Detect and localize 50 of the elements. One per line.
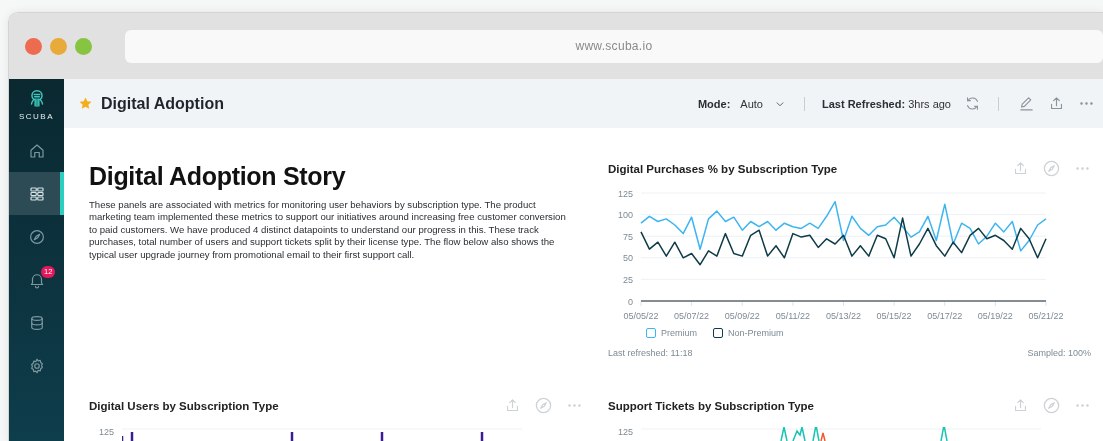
address-bar[interactable]: www.scuba.io bbox=[124, 29, 1103, 63]
y-axis-label: 125 bbox=[617, 188, 633, 199]
sampled-text: Sampled: 100% bbox=[1027, 348, 1091, 358]
share-icon[interactable] bbox=[1012, 160, 1029, 177]
x-axis-label: 05/15/22 bbox=[876, 311, 912, 321]
story-title: Digital Adoption Story bbox=[89, 162, 347, 191]
x-axis-label: 05/21/22 bbox=[1028, 311, 1064, 321]
close-button[interactable] bbox=[25, 37, 42, 55]
legend-item[interactable]: Premium bbox=[646, 328, 697, 338]
legend-label: Premium bbox=[661, 328, 698, 338]
compass-icon[interactable] bbox=[534, 396, 553, 415]
y-axis-label: 50 bbox=[623, 253, 633, 264]
last-refreshed-text: Last refreshed: 11:18 bbox=[608, 348, 693, 358]
legend-item[interactable]: Non-Premium bbox=[713, 328, 784, 338]
x-axis-label: 05/09/22 bbox=[724, 311, 760, 321]
compass-icon bbox=[27, 227, 46, 246]
panel-title: Digital Purchases % by Subscription Type bbox=[608, 162, 838, 175]
grid-icon bbox=[27, 184, 46, 203]
y-axis-label: 75 bbox=[623, 231, 633, 242]
x-axis-label: 05/07/22 bbox=[674, 311, 710, 321]
y-axis-label: 125 bbox=[616, 427, 633, 437]
panel-title: Digital Users by Subscription Type bbox=[89, 399, 279, 412]
share-icon[interactable] bbox=[1048, 95, 1065, 112]
logo-text: SCUBA bbox=[18, 111, 55, 121]
dashboard-title: Digital Adoption bbox=[101, 94, 224, 113]
compass-icon[interactable] bbox=[1042, 396, 1061, 415]
last-refreshed-text: Last Refreshed: 3hrs ago bbox=[822, 97, 951, 110]
y-axis-label: 125 bbox=[97, 427, 114, 437]
edit-icon[interactable] bbox=[1018, 95, 1035, 112]
url-text: www.scuba.io bbox=[575, 39, 653, 53]
x-axis-label: 05/17/22 bbox=[927, 311, 963, 321]
minimize-button[interactable] bbox=[50, 37, 67, 55]
y-axis-label: 100 bbox=[617, 210, 633, 221]
mode-dropdown[interactable]: Mode: Auto bbox=[697, 96, 787, 111]
maximize-button[interactable] bbox=[75, 37, 92, 55]
x-axis-label: 05/19/22 bbox=[977, 311, 1013, 321]
panel-title: Support Tickets by Subscription Type bbox=[608, 399, 814, 412]
x-axis-label: 05/05/22 bbox=[623, 311, 659, 321]
refresh-icon[interactable] bbox=[964, 95, 981, 112]
nav-item[interactable] bbox=[9, 172, 64, 215]
y-axis-label: 25 bbox=[623, 274, 633, 285]
y-axis-label: 0 bbox=[628, 296, 633, 307]
share-icon[interactable] bbox=[504, 397, 521, 414]
story-paragraph: These panels are associated with metrics for monitoring user behaviors by subscription type. The product marketing team implemented these metrics to support our initiatives around increasing free customer conversion to paid customers. We have produced 4 distinct datapoints to understand our progress in this. These track purchases, total number of users and support tickets split by their license type. The flow below also shows the typical user upgrade journey from promotional email to their first support call. bbox=[89, 199, 567, 262]
compass-icon[interactable] bbox=[1042, 159, 1061, 178]
share-icon[interactable] bbox=[1012, 397, 1029, 414]
legend-label: Non-Premium bbox=[728, 328, 784, 338]
x-axis-label: 05/11/22 bbox=[775, 311, 811, 321]
x-axis-label: 05/13/22 bbox=[826, 311, 861, 321]
star-icon[interactable] bbox=[78, 96, 93, 111]
